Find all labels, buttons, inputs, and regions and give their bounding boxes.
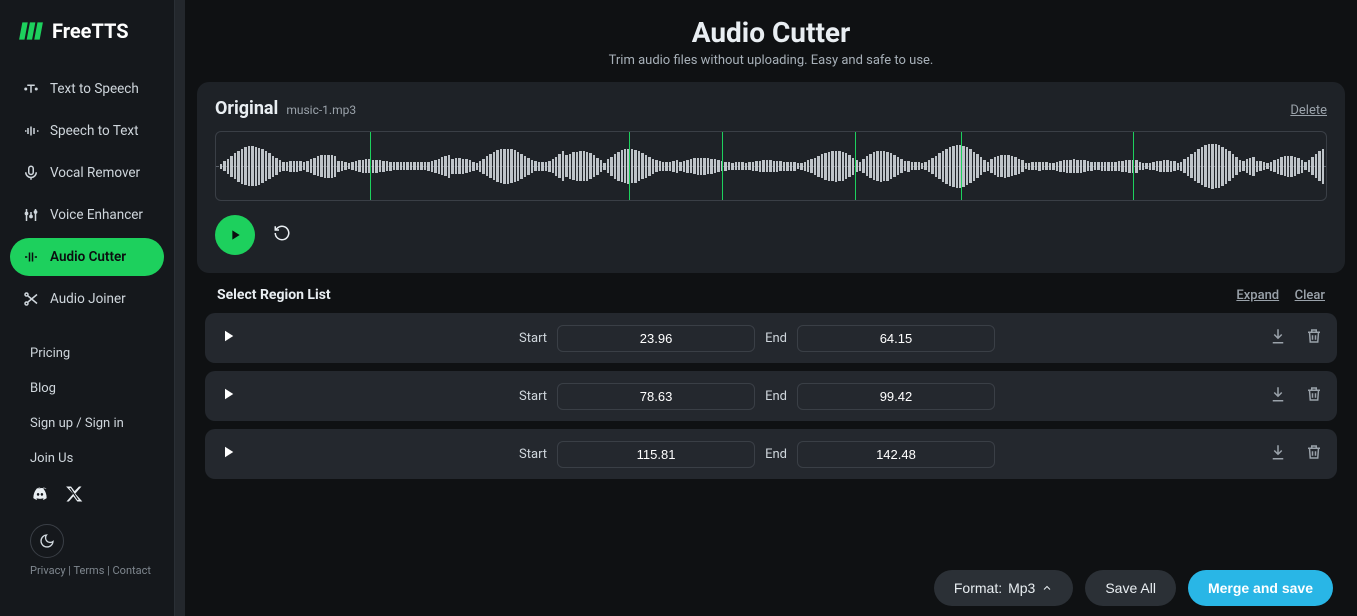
scissors-icon [22,290,40,308]
original-label: Original [215,98,278,119]
moon-icon [39,533,55,549]
merge-save-button[interactable]: Merge and save [1188,570,1333,606]
sidebar-item-speech-to-text[interactable]: Speech to Text [10,112,164,150]
chevron-up-icon [1041,582,1053,594]
expand-link[interactable]: Expand [1236,288,1279,303]
delete-button[interactable] [1305,327,1323,349]
region-play-button[interactable] [219,327,237,349]
region-play-button[interactable] [219,443,237,465]
region-list-title: Select Region List [217,287,331,303]
scrollbar-track[interactable] [175,0,185,616]
mic-icon [22,164,40,182]
sidebar-item-audio-joiner[interactable]: Audio Joiner [10,280,164,318]
region-play-button[interactable] [219,385,237,407]
main-content: Audio Cutter Trim audio files without up… [185,0,1357,616]
cutter-icon [22,248,40,266]
delete-link[interactable]: Delete [1290,103,1327,118]
format-value: Mp3 [1008,580,1035,596]
sidebar-item-vocal-remover[interactable]: Vocal Remover [10,154,164,192]
start-label: Start [519,447,547,462]
region-row: Start End [205,313,1337,363]
format-button[interactable]: Format: Mp3 [934,570,1073,606]
equalizer-icon [22,206,40,224]
sidebar-link-pricing[interactable]: Pricing [10,336,164,371]
page-title: Audio Cutter [197,16,1345,49]
nav-label: Audio Cutter [50,249,126,265]
download-button[interactable] [1269,443,1287,465]
nav-label: Vocal Remover [50,165,140,181]
play-icon [227,227,243,243]
format-prefix: Format: [954,580,1002,596]
save-all-button[interactable]: Save All [1085,570,1176,606]
region-list: Start End Start End [197,313,1345,487]
trash-icon [1305,327,1323,345]
download-icon [1269,327,1287,345]
delete-button[interactable] [1305,443,1323,465]
start-input[interactable] [557,441,755,468]
theme-toggle[interactable] [30,524,64,558]
stt-icon [22,122,40,140]
play-button[interactable] [215,215,255,255]
page-subtitle: Trim audio files without uploading. Easy… [197,53,1345,68]
trash-icon [1305,385,1323,403]
original-card: Original music-1.mp3 Delete [197,82,1345,273]
delete-button[interactable] [1305,385,1323,407]
play-icon [219,385,237,403]
page-header: Audio Cutter Trim audio files without up… [197,12,1345,82]
clear-link[interactable]: Clear [1295,288,1325,303]
nav-label: Text to Speech [50,81,139,97]
brand-icon [18,18,44,44]
start-label: Start [519,389,547,404]
nav-label: Voice Enhancer [50,207,143,223]
sidebar-item-voice-enhancer[interactable]: Voice Enhancer [10,196,164,234]
sidebar-link-blog[interactable]: Blog [10,371,164,406]
end-input[interactable] [797,441,995,468]
sidebar-item-text-to-speech[interactable]: Text to Speech [10,70,164,108]
sidebar-link-join[interactable]: Join Us [10,441,164,476]
end-label: End [765,389,787,404]
trash-icon [1305,443,1323,461]
play-icon [219,443,237,461]
nav-label: Audio Joiner [50,291,126,307]
end-label: End [765,331,787,346]
start-input[interactable] [557,383,755,410]
sidebar: FreeTTS Text to Speech Speech to Text Vo… [0,0,175,616]
social-row [10,476,164,512]
x-icon[interactable] [64,484,84,504]
download-icon [1269,443,1287,461]
waveform[interactable] [215,131,1327,201]
sidebar-item-audio-cutter[interactable]: Audio Cutter [10,238,164,276]
footer-legal[interactable]: Privacy | Terms | Contact [10,564,164,581]
sidebar-nav: Text to Speech Speech to Text Vocal Remo… [0,62,174,616]
end-input[interactable] [797,325,995,352]
bottom-bar: Format: Mp3 Save All Merge and save [197,556,1345,616]
download-button[interactable] [1269,327,1287,349]
end-label: End [765,447,787,462]
region-list-header: Select Region List Expand Clear [197,287,1345,313]
start-label: Start [519,331,547,346]
download-button[interactable] [1269,385,1287,407]
reset-button[interactable] [273,224,291,246]
download-icon [1269,385,1287,403]
nav-label: Speech to Text [50,123,139,139]
brand-logo[interactable]: FreeTTS [0,18,174,62]
tts-icon [22,80,40,98]
end-input[interactable] [797,383,995,410]
play-icon [219,327,237,345]
original-filename: music-1.mp3 [286,103,356,117]
region-row: Start End [205,429,1337,479]
refresh-icon [273,224,291,242]
sidebar-link-auth[interactable]: Sign up / Sign in [10,406,164,441]
brand-name: FreeTTS [52,19,129,43]
start-input[interactable] [557,325,755,352]
discord-icon[interactable] [30,484,50,504]
region-row: Start End [205,371,1337,421]
